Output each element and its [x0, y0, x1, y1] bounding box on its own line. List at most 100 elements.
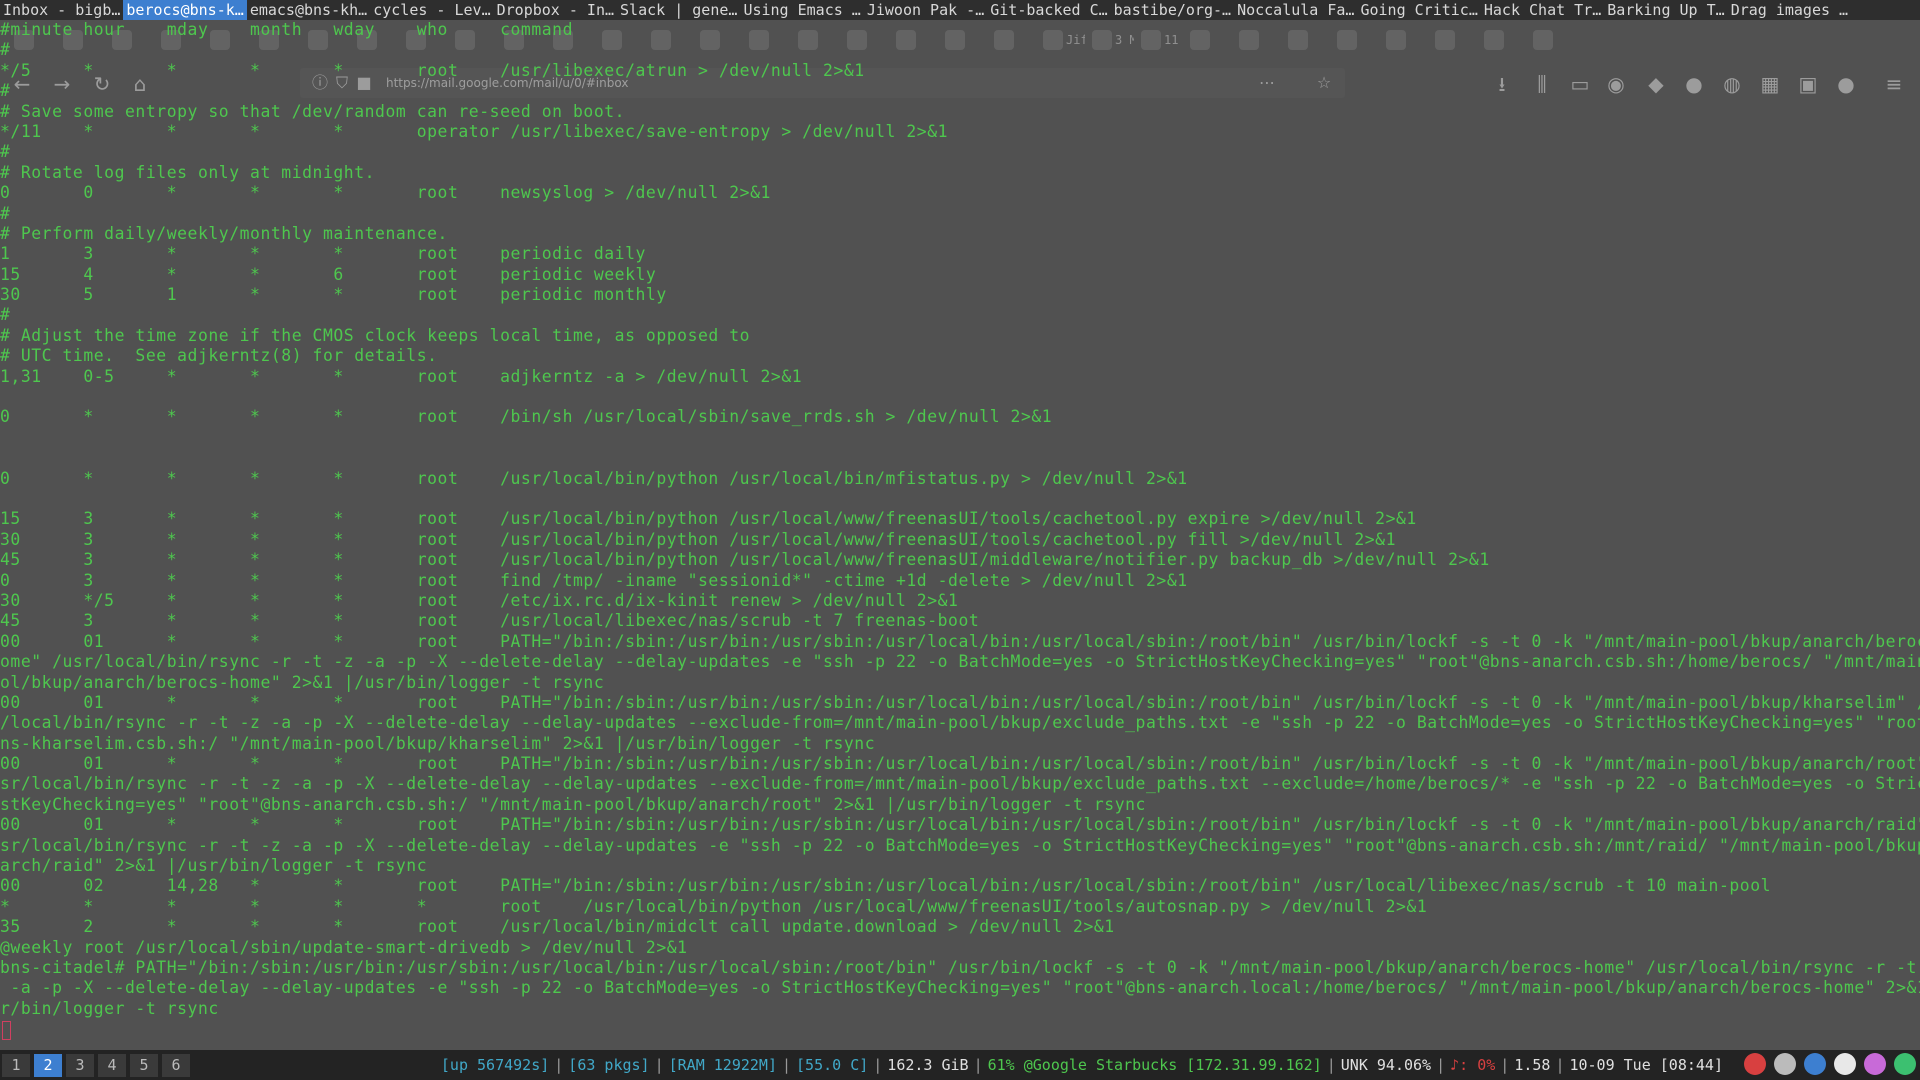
status-separator: |: [1500, 1056, 1510, 1074]
window-tab[interactable]: Hack Chat Tr…: [1481, 0, 1604, 20]
window-tab[interactable]: Barking Up T…: [1604, 0, 1727, 20]
terminal-line: 0 0 * * * root newsyslog > /dev/null 2>&…: [0, 183, 771, 203]
terminal-line: # Save some entropy so that /dev/random …: [0, 101, 626, 121]
status-item: 1.58: [1514, 1056, 1551, 1074]
discord-icon[interactable]: [1834, 1053, 1856, 1075]
status-item: [up 567492s]: [440, 1056, 550, 1074]
terminal-line: 0 * * * * root /bin/sh /usr/local/sbin/s…: [0, 407, 1053, 427]
terminal-line: bns-citadel# PATH="/bin:/sbin:/usr/bin:/…: [0, 957, 1920, 977]
status-separator: |: [1326, 1056, 1336, 1074]
terminal-line: ns-kharselim.csb.sh:/ "/mnt/main-pool/bk…: [0, 733, 876, 753]
terminal-line: # Rotate log files only at midnight.: [0, 162, 376, 182]
status-item: 10-09 Tue [08:44]: [1569, 1056, 1723, 1074]
status-item: [55.0 C]: [796, 1056, 869, 1074]
window-tab[interactable]: cycles - Lev…: [370, 0, 493, 20]
terminal-line: /local/bin/rsync -r -t -z -a -p -X --del…: [0, 713, 1920, 733]
workspace-6[interactable]: 6: [162, 1054, 190, 1077]
terminal-cursor: [2, 1021, 11, 1040]
terminal-line: 15 4 * * 6 root periodic weekly: [0, 264, 657, 284]
terminal-line: 1,31 0-5 * * * root adjkerntz -a > /dev/…: [0, 366, 803, 386]
system-tray: [1744, 1053, 1916, 1075]
status-item: 162.3 GiB: [887, 1056, 969, 1074]
terminal-line: r/bin/logger -t rsync: [0, 998, 219, 1018]
window-tab[interactable]: Jiwoon Pak -…: [864, 0, 987, 20]
terminal-line: #: [0, 81, 11, 101]
window-tab[interactable]: Noccalula Fa…: [1234, 0, 1357, 20]
terminal-line: 00 01 * * * root PATH="/bin:/sbin:/usr/b…: [0, 692, 1920, 712]
terminal-line: #: [0, 305, 11, 325]
workspace-2[interactable]: 2: [34, 1054, 62, 1077]
terminal-line: #: [0, 142, 11, 162]
terminal-line: # Adjust the time zone if the CMOS clock…: [0, 325, 751, 345]
status-item: UNK 94.06%: [1340, 1056, 1432, 1074]
terminal-line: #minute hour mday month wday who command: [0, 20, 573, 39]
window-tab[interactable]: berocs@bns-k…: [123, 0, 247, 20]
terminal-line: 15 3 * * * root /usr/local/bin/python /u…: [0, 509, 1417, 529]
balloon-icon[interactable]: [1744, 1053, 1766, 1075]
terminal-text: #minute hour mday month wday who command…: [0, 20, 1920, 1019]
terminal-line: 45 3 * * * root /usr/local/bin/python /u…: [0, 550, 1490, 570]
terminal-line: 0 3 * * * root find /tmp/ -iname "sessio…: [0, 570, 1188, 590]
network-icon[interactable]: [1774, 1053, 1796, 1075]
window-tab[interactable]: Drag images …: [1728, 0, 1851, 20]
status-item: [63 pkgs]: [568, 1056, 650, 1074]
status-separator: |: [1436, 1056, 1446, 1074]
status-item: ♪: 0%: [1450, 1056, 1496, 1074]
flame-icon[interactable]: [1864, 1053, 1886, 1075]
status-bar: 123456 [up 567492s] | [63 pkgs] | [RAM 12922…: [0, 1050, 1920, 1080]
window-tab-bar: Inbox - bigb… berocs@bns-k… emacs@bns-kh… c…: [0, 0, 1920, 20]
window-tab[interactable]: emacs@bns-kh…: [247, 0, 370, 20]
terminal-output[interactable]: #minute hour mday month wday who command…: [0, 20, 1920, 1048]
status-separator: |: [554, 1056, 564, 1074]
window-tab[interactable]: Inbox - bigb…: [0, 0, 123, 20]
terminal-line: 35 2 * * * root /usr/local/bin/midclt ca…: [0, 917, 1115, 937]
terminal-line: #: [0, 203, 11, 223]
status-separator: |: [873, 1056, 883, 1074]
signal-icon[interactable]: [1804, 1053, 1826, 1075]
terminal-line: ol/bkup/anarch/berocs-home" 2>&1 |/usr/b…: [0, 672, 605, 692]
terminal-line: 30 5 1 * * root periodic monthly: [0, 285, 667, 305]
terminal-line: sr/local/bin/rsync -r -t -z -a -p -X --d…: [0, 835, 1920, 855]
status-separator: |: [654, 1056, 664, 1074]
window-tab[interactable]: Slack | gene…: [617, 0, 740, 20]
status-separator: |: [1555, 1056, 1565, 1074]
terminal-line: stKeyChecking=yes" "root"@bns-anarch.csb…: [0, 794, 1146, 814]
terminal-line: 45 3 * * * root /usr/local/libexec/nas/s…: [0, 611, 980, 631]
workspace-5[interactable]: 5: [130, 1054, 158, 1077]
status-item: [RAM 12922M]: [668, 1056, 777, 1074]
terminal-line: sr/local/bin/rsync -r -t -z -a -p -X --d…: [0, 774, 1920, 794]
terminal-line: 30 3 * * * root /usr/local/bin/python /u…: [0, 529, 1397, 549]
terminal-line: -a -p -X --delete-delay --delay-updates …: [0, 978, 1920, 998]
window-tab[interactable]: bastibe/org-…: [1111, 0, 1234, 20]
status-items: [up 567492s] | [63 pkgs] | [RAM 12922M] | [55.…: [438, 1050, 1726, 1080]
window-tab[interactable]: Git-backed C…: [987, 0, 1110, 20]
terminal-line: 00 02 14,28 * * root PATH="/bin:/sbin:/u…: [0, 876, 1772, 896]
status-separator: |: [781, 1056, 792, 1074]
terminal-line: 30 */5 * * * root /etc/ix.rc.d/ix-kinit …: [0, 590, 959, 610]
terminal-line: * * * * * * root /usr/local/bin/python /…: [0, 896, 1428, 916]
terminal-line: */5 * * * * root /usr/libexec/atrun > /d…: [0, 60, 865, 80]
terminal-line: 00 01 * * * root PATH="/bin:/sbin:/usr/b…: [0, 754, 1920, 774]
terminal-line: @weekly root /usr/local/sbin/update-smar…: [0, 937, 688, 957]
status-separator: |: [973, 1056, 983, 1074]
terminal-line: ome" /usr/local/bin/rsync -r -t -z -a -p…: [0, 652, 1920, 672]
shield-icon[interactable]: [1894, 1053, 1916, 1075]
workspace-3[interactable]: 3: [66, 1054, 94, 1077]
window-tab[interactable]: Using Emacs …: [740, 0, 863, 20]
status-item: 61% @Google Starbucks [172.31.99.162]: [987, 1056, 1322, 1074]
terminal-line: 00 01 * * * root PATH="/bin:/sbin:/usr/b…: [0, 815, 1920, 835]
terminal-line: 00 01 * * * root PATH="/bin:/sbin:/usr/b…: [0, 631, 1920, 651]
workspace-1[interactable]: 1: [2, 1054, 30, 1077]
window-tab[interactable]: Going Critic…: [1357, 0, 1480, 20]
terminal-line: 1 3 * * * root periodic daily: [0, 244, 646, 264]
terminal-line: #: [0, 40, 11, 60]
workspace-4[interactable]: 4: [98, 1054, 126, 1077]
terminal-line: # Perform daily/weekly/monthly maintenan…: [0, 223, 448, 243]
terminal-line: # UTC time. See adjkerntz(8) for details…: [0, 346, 438, 366]
window-tab[interactable]: Dropbox - In…: [494, 0, 617, 20]
terminal-line: 0 * * * * root /usr/local/bin/python /us…: [0, 468, 1188, 488]
